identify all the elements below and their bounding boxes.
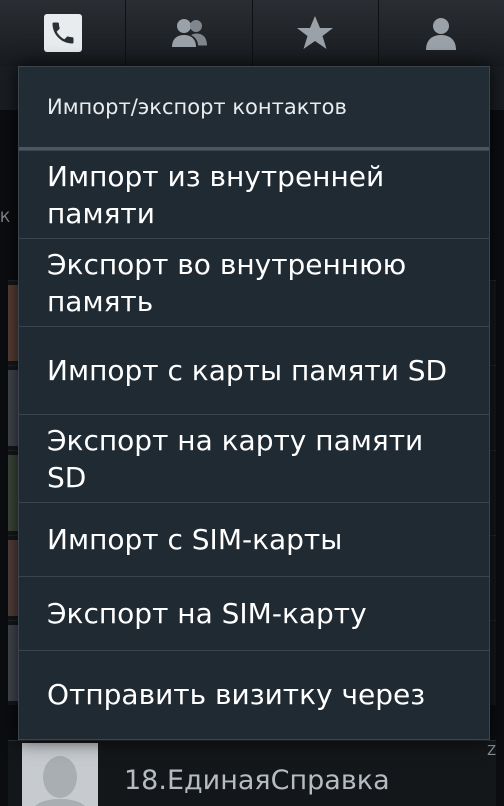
tab-contacts[interactable] <box>379 0 504 66</box>
tab-bar <box>0 0 504 67</box>
menu-item-export-sd[interactable]: Экспорт на карту памяти SD <box>19 414 489 502</box>
phone-icon <box>52 22 74 44</box>
import-export-dialog: Импорт/экспорт контактов Импорт из внутр… <box>18 66 490 740</box>
star-icon <box>297 16 334 49</box>
contact-row[interactable]: 18.ЕдинаяСправка <box>8 740 496 806</box>
index-letter-right[interactable]: Z <box>487 744 496 759</box>
avatar <box>22 743 98 806</box>
menu-item-export-internal[interactable]: Экспорт во внутреннюю память <box>19 238 489 326</box>
contact-name: 18.ЕдинаяСправка <box>124 765 390 796</box>
menu-item-import-sd[interactable]: Импорт с карты памяти SD <box>19 326 489 414</box>
index-letter-left: К <box>0 210 10 226</box>
menu-item-export-sim[interactable]: Экспорт на SIM-карту <box>19 576 489 650</box>
person-icon <box>426 18 457 50</box>
menu-item-import-sim[interactable]: Импорт с SIM-карты <box>19 502 489 576</box>
phone-tab-highlight <box>43 14 82 52</box>
menu-item-import-internal[interactable]: Импорт из внутренней памяти <box>19 150 489 238</box>
tab-favorites[interactable] <box>253 0 379 66</box>
dialog-title: Импорт/экспорт контактов <box>19 67 489 147</box>
tab-groups[interactable] <box>126 0 253 66</box>
groups-icon <box>171 19 207 47</box>
person-silhouette-icon <box>22 743 98 806</box>
tab-phone[interactable] <box>0 0 127 66</box>
menu-item-send-card[interactable]: Отправить визитку через <box>19 650 489 737</box>
